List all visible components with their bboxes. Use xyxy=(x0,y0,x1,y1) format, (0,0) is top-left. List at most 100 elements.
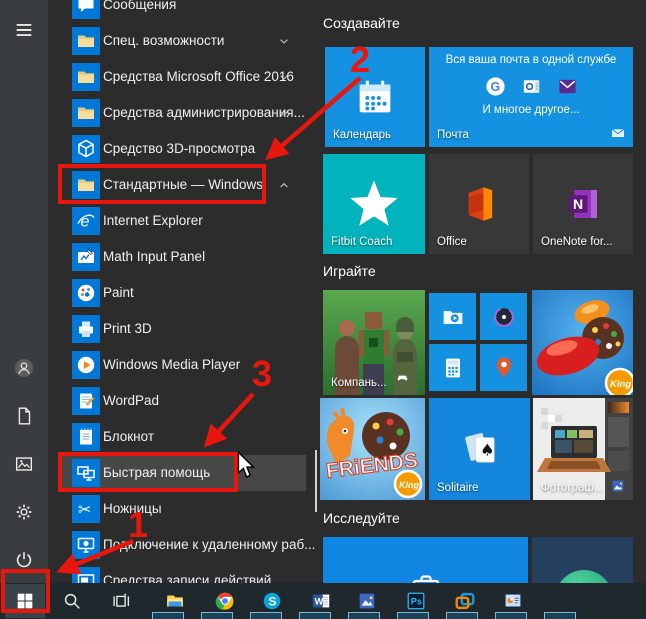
wordpad-icon xyxy=(74,389,98,413)
tile-calendar[interactable]: Календарь xyxy=(325,47,425,147)
chevron-down-icon[interactable] xyxy=(276,69,292,85)
taskbar-running-indicator xyxy=(446,612,478,619)
taskbar-running-indicator xyxy=(299,612,331,619)
tile-candy[interactable]: King xyxy=(532,290,633,395)
tile-onenote[interactable]: N OneNote for... xyxy=(533,154,633,254)
sidebar-pictures-button[interactable] xyxy=(0,440,48,488)
app-list-item-folder[interactable]: Спец. возможности xyxy=(60,23,306,59)
tile-office[interactable]: Office xyxy=(429,154,529,254)
star-icon xyxy=(345,175,403,233)
power-icon xyxy=(13,549,35,571)
tile-photo[interactable]: Фотограф... xyxy=(533,398,633,500)
cube-icon xyxy=(72,135,100,163)
tile-calculator[interactable] xyxy=(429,344,476,391)
app-list-item-label: Средство 3D-просмотра xyxy=(103,131,255,167)
rdp-icon xyxy=(74,533,98,557)
svg-text:Ps: Ps xyxy=(411,597,422,607)
candy-crush-friends-art: FRiENDSKing xyxy=(320,398,425,500)
app-list-item-rdp[interactable]: Подключение к удаленному раб... xyxy=(60,527,306,563)
app-list-item-paint[interactable]: Paint xyxy=(60,275,306,311)
tile-company[interactable]: Компань... xyxy=(323,290,425,395)
onenote-icon: N xyxy=(562,183,604,225)
app-list-item-print3d[interactable]: Print 3D xyxy=(60,311,306,347)
app-list-item-label: WordPad xyxy=(103,383,159,419)
message-icon xyxy=(74,0,98,17)
vmware-icon xyxy=(454,590,476,612)
scissors-icon: ✂ xyxy=(74,497,98,521)
math-icon xyxy=(72,243,100,271)
taskbar-running-indicator xyxy=(348,612,380,619)
chrome-icon xyxy=(214,590,236,612)
tile-maps[interactable] xyxy=(480,344,527,391)
tile-friends[interactable]: FRiENDSKing xyxy=(320,398,425,500)
app-list-item-folder[interactable]: Средства администрирования... xyxy=(60,95,306,131)
word-icon: W xyxy=(310,590,332,612)
task-view-icon xyxy=(110,590,132,612)
chevron-down-icon xyxy=(276,69,292,85)
app-list-item-math[interactable]: Math Input Panel xyxy=(60,239,306,275)
app-list-item-label: Windows Media Player xyxy=(103,347,240,383)
outlook-icon xyxy=(520,75,543,98)
gamepad-icon xyxy=(395,370,410,390)
mail-tile-more-text: И многое другое... xyxy=(429,104,633,116)
cards-icon: ♠ xyxy=(457,426,503,472)
annotation-number-2: 2 xyxy=(350,42,370,78)
office-icon xyxy=(458,183,500,225)
sidebar-documents-button[interactable] xyxy=(0,392,48,440)
mail-icon xyxy=(610,125,626,141)
tile-label: OneNote for... xyxy=(541,236,613,248)
notepad-icon xyxy=(74,425,98,449)
taskbar-task-view-button[interactable] xyxy=(101,584,141,618)
tile-label: Компань... xyxy=(331,377,387,389)
app-list-item-label: Internet Explorer xyxy=(103,203,203,239)
yahoo-mail-icon xyxy=(556,75,579,98)
section-header-create: Создавайте xyxy=(323,15,400,31)
app-list-item-message[interactable]: Сообщения xyxy=(60,0,306,23)
mouse-cursor xyxy=(236,451,260,481)
app-list-item-scissors[interactable]: ✂Ножницы xyxy=(60,491,306,527)
tile-solitaire[interactable]: ♠Solitaire xyxy=(429,398,530,500)
folder-icon xyxy=(74,65,98,89)
print3d-icon xyxy=(74,317,98,341)
tile-mail[interactable]: Вся ваша почта в одной службеGИ многое д… xyxy=(429,47,633,147)
calendar-icon xyxy=(352,74,398,120)
wmp-icon xyxy=(72,351,100,379)
start-app-list: СообщенияСпец. возможностиСредства Micro… xyxy=(48,0,308,583)
tile-movies[interactable] xyxy=(429,293,476,340)
app-list-item-ie[interactable]: eInternet Explorer xyxy=(60,203,306,239)
annotation-box-standard-windows xyxy=(58,164,266,204)
chevron-up-icon[interactable] xyxy=(276,177,292,193)
tiles-scrollbar[interactable] xyxy=(315,450,317,512)
section-header-play: Играйте xyxy=(323,263,376,279)
scissors-icon: ✂ xyxy=(72,495,100,523)
app-list-item-cube[interactable]: Средство 3D-просмотра xyxy=(60,131,306,167)
gear-icon xyxy=(13,501,35,523)
taskbar-search-button[interactable] xyxy=(52,584,92,618)
chevron-down-icon[interactable] xyxy=(276,105,292,121)
app-list-item-label: Paint xyxy=(103,275,134,311)
app-list-item-label: Print 3D xyxy=(103,311,152,347)
tile-groove[interactable] xyxy=(480,293,527,340)
sidebar-menu-button[interactable] xyxy=(0,6,48,54)
chevron-down-icon[interactable] xyxy=(276,33,292,49)
paint-icon xyxy=(72,279,100,307)
paint-icon xyxy=(74,281,98,305)
user-icon xyxy=(13,357,35,379)
folder-icon xyxy=(74,101,98,125)
app-list-item-label: Спец. возможности xyxy=(103,23,224,59)
tile-fitbit[interactable]: Fitbit Coach xyxy=(323,154,425,254)
calculator-icon xyxy=(439,354,467,382)
taskbar-running-indicator xyxy=(250,612,282,619)
app-list-item-folder[interactable]: Средства Microsoft Office 2016 xyxy=(60,59,306,95)
chevron-down-icon xyxy=(276,33,292,49)
svg-text:G: G xyxy=(490,80,500,94)
app-list-item-label: Средства Microsoft Office 2016 xyxy=(103,59,294,95)
sidebar-user-button[interactable] xyxy=(0,344,48,392)
gamepad-icon xyxy=(395,370,410,385)
folder-icon xyxy=(72,63,100,91)
ie-icon: e xyxy=(74,209,98,233)
app-list-item-notepad[interactable]: Блокнот xyxy=(60,419,306,455)
windows-start-menu-screenshot: СообщенияСпец. возможностиСредства Micro… xyxy=(0,0,646,619)
sidebar-settings-button[interactable] xyxy=(0,488,48,536)
tile-label: Почта xyxy=(437,129,469,141)
